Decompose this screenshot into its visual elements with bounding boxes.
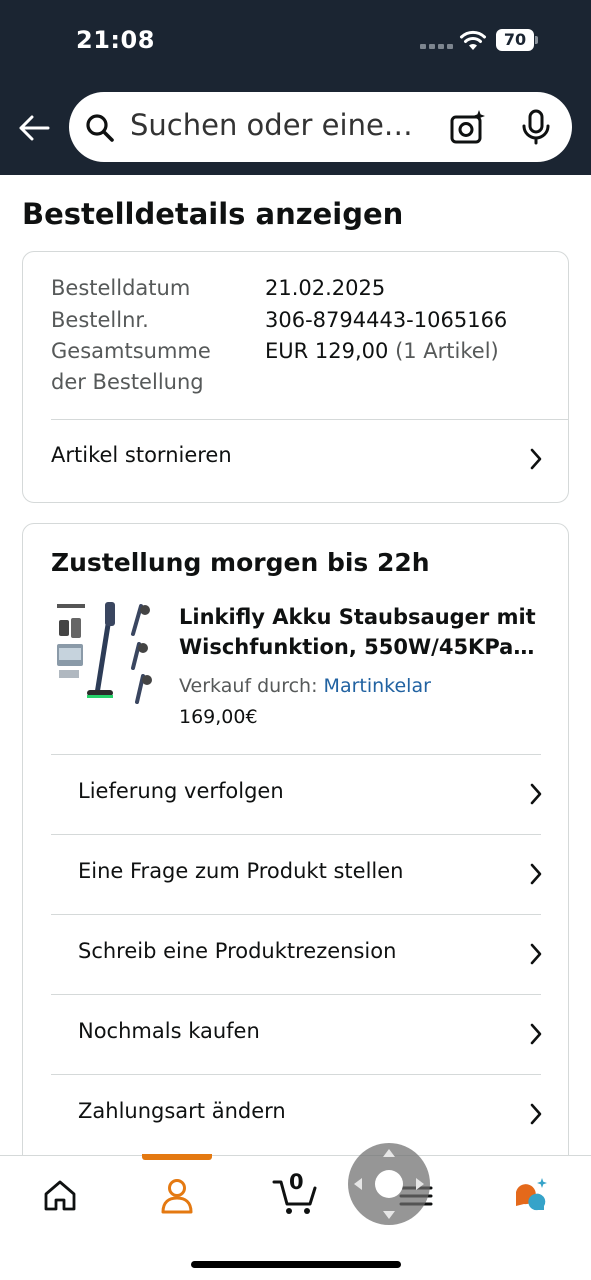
product-title[interactable]: Linkifly Akku Staubsauger mit Wischfunkt… [179,602,549,662]
seller-link[interactable]: Martinkelar [324,675,431,697]
app-header: 21:08 70 Suchen oder eine… [0,0,591,175]
page-title: Bestelldetails anzeigen [22,197,404,231]
seller-prefix: Verkauf durch: [179,675,324,697]
product-price: 169,00€ [179,706,258,728]
arrows-icon [354,1149,424,1219]
chevron-right-icon [530,1103,542,1125]
product-title-line1: Linkifly Akku Staubsauger mit [179,605,536,629]
action-label: Zahlungsart ändern [78,1099,286,1123]
search-bar[interactable]: Suchen oder eine… [69,92,572,162]
action-label: Nochmals kaufen [78,1019,260,1043]
cart-count: 0 [289,1170,304,1194]
order-date-label: Bestelldatum [51,276,191,300]
product-title-line2: Wischfunktion, 550W/45KPa… [179,635,535,659]
home-indicator[interactable] [191,1261,401,1268]
order-number-value: 306-8794443-1065166 [265,308,508,332]
cancel-items-label: Artikel stornieren [51,443,232,467]
order-summary-card: Bestelldatum 21.02.2025 Bestellnr. 306-8… [22,251,569,503]
camera-search-icon[interactable] [449,108,487,146]
buy-again-row[interactable]: Nochmals kaufen [51,994,542,1074]
product-image[interactable] [53,598,157,708]
action-label: Eine Frage zum Produkt stellen [78,859,404,883]
chevron-right-icon [530,783,542,805]
cart-button[interactable]: 0 [272,1170,318,1216]
chevron-right-icon [530,943,542,965]
account-icon[interactable] [157,1176,197,1216]
order-total-amount: EUR 129,00 [265,339,389,363]
write-review-row[interactable]: Schreib eine Produktrezension [51,914,542,994]
ask-question-row[interactable]: Eine Frage zum Produkt stellen [51,834,542,914]
order-item-count: (1 Artikel) [395,339,499,363]
action-label: Lieferung verfolgen [78,779,284,803]
delivery-heading: Zustellung morgen bis 22h [51,548,430,577]
change-payment-row[interactable]: Zahlungsart ändern [51,1074,542,1154]
delivery-card: Zustellung morgen bis 22h Linkifly Akku … [22,523,569,1183]
order-date-value: 21.02.2025 [265,276,386,300]
order-total-label-line2: der Bestellung [51,370,204,394]
wifi-icon [460,30,486,50]
search-input[interactable]: Suchen oder eine… [130,108,413,142]
active-tab-indicator [142,1154,212,1160]
cancel-items-row[interactable]: Artikel stornieren [23,420,568,502]
home-icon[interactable] [40,1176,80,1216]
back-arrow-icon[interactable] [16,110,52,146]
microphone-icon[interactable] [521,109,551,145]
order-total-value: EUR 129,00 (1 Artikel) [265,339,499,363]
seller-info: Verkauf durch: Martinkelar [179,675,431,697]
status-time: 21:08 [76,26,155,54]
battery-icon: 70 [496,29,538,51]
chevron-right-icon [530,448,542,470]
track-delivery-row[interactable]: Lieferung verfolgen [51,754,542,834]
battery-level: 70 [496,29,534,51]
chevron-right-icon [530,863,542,885]
search-icon [86,114,114,142]
bottom-navigation: 0 [0,1154,591,1280]
assistive-touch-button[interactable] [348,1143,430,1225]
rufus-assistant-icon[interactable] [510,1176,550,1216]
action-label: Schreib eine Produktrezension [78,939,397,963]
chevron-right-icon [530,1023,542,1045]
order-total-label: Gesamtsumme [51,339,211,363]
order-number-label: Bestellnr. [51,308,149,332]
cellular-signal-icon [420,44,454,50]
